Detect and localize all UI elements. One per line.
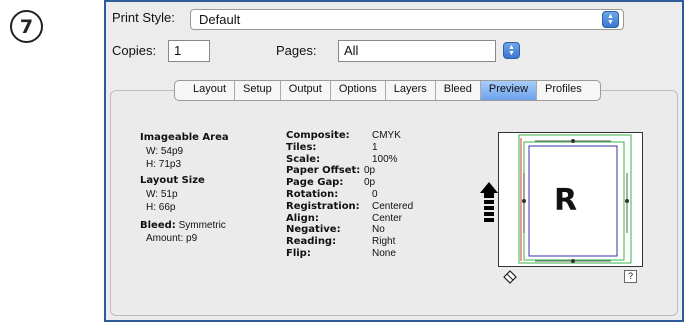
tab-bar: Layout Setup Output Options Layers Bleed… (174, 80, 601, 101)
tab-layers[interactable]: Layers (384, 81, 435, 100)
tab-options[interactable]: Options (329, 81, 385, 100)
setting-key: Page Gap: (286, 177, 344, 189)
setting-key: Flip: (286, 248, 311, 259)
pages-popup-arrows-icon[interactable]: ▲ ▼ (503, 42, 520, 59)
print-style-value: Default (199, 12, 241, 27)
setting-key: Align: (286, 212, 319, 224)
setting-value: No (372, 224, 385, 236)
setting-value: 0p (364, 177, 376, 189)
setting-key: Rotation: (286, 189, 339, 200)
setting-value: 1 (372, 141, 378, 153)
print-style-popup[interactable]: Default ▲ ▼ (190, 9, 624, 30)
page-preview: R (498, 132, 643, 267)
setting-key: Composite: (286, 130, 350, 141)
setting-value: 0p (364, 165, 376, 177)
step-number-badge: 7 (10, 10, 43, 43)
tab-preview[interactable]: Preview (479, 81, 537, 100)
setting-value: Centered (372, 200, 414, 212)
setting-value: 100% (372, 153, 398, 165)
setting-value: 0 (372, 189, 378, 200)
setting-key: Registration: (286, 200, 360, 212)
tab-layout[interactable]: Layout (175, 81, 234, 100)
setting-key: Paper Offset: (286, 165, 361, 177)
setting-key: Reading: (286, 236, 337, 248)
help-button[interactable]: ? (624, 270, 637, 283)
setting-value: Right (372, 236, 396, 248)
print-style-label: Print Style: (112, 10, 175, 25)
setting-key: Tiles: (286, 141, 317, 153)
tab-profiles[interactable]: Profiles (536, 81, 600, 100)
orientation-arrow-icon (480, 182, 498, 222)
setting-value: CMYK (372, 130, 401, 141)
pages-field[interactable]: All (338, 40, 496, 62)
bleed-amount: Amount: p9 (146, 233, 198, 244)
tab-setup[interactable]: Setup (234, 81, 280, 100)
rotate-preview-icon[interactable] (502, 268, 518, 284)
imageable-width: W: 54p9 (146, 146, 184, 157)
tab-bleed[interactable]: Bleed (434, 81, 480, 100)
layout-height: H: 66p (146, 202, 176, 213)
setting-key: Scale: (286, 153, 321, 165)
layout-size-heading: Layout Size (140, 175, 205, 186)
page-letter: R (554, 183, 578, 218)
popup-arrows-icon: ▲ ▼ (602, 11, 619, 28)
setting-value: None (372, 248, 396, 259)
copies-label: Copies: (112, 43, 157, 58)
bleed-value: Symmetric (178, 220, 226, 231)
imageable-height: H: 71p3 (146, 159, 182, 170)
print-dialog: Print Style: Default ▲ ▼ Copies: 1 Pages:… (104, 0, 684, 322)
bleed-label: Bleed: (140, 220, 176, 231)
copies-field[interactable]: 1 (168, 40, 210, 62)
layout-width: W: 51p (146, 189, 178, 200)
imageable-area-heading: Imageable Area (140, 132, 229, 143)
setting-key: Negative: (286, 224, 341, 236)
tab-output[interactable]: Output (279, 81, 330, 100)
bleed-row: Bleed: Symmetric (140, 220, 226, 232)
pages-label: Pages: (276, 43, 317, 58)
setting-value: Center (372, 212, 403, 224)
